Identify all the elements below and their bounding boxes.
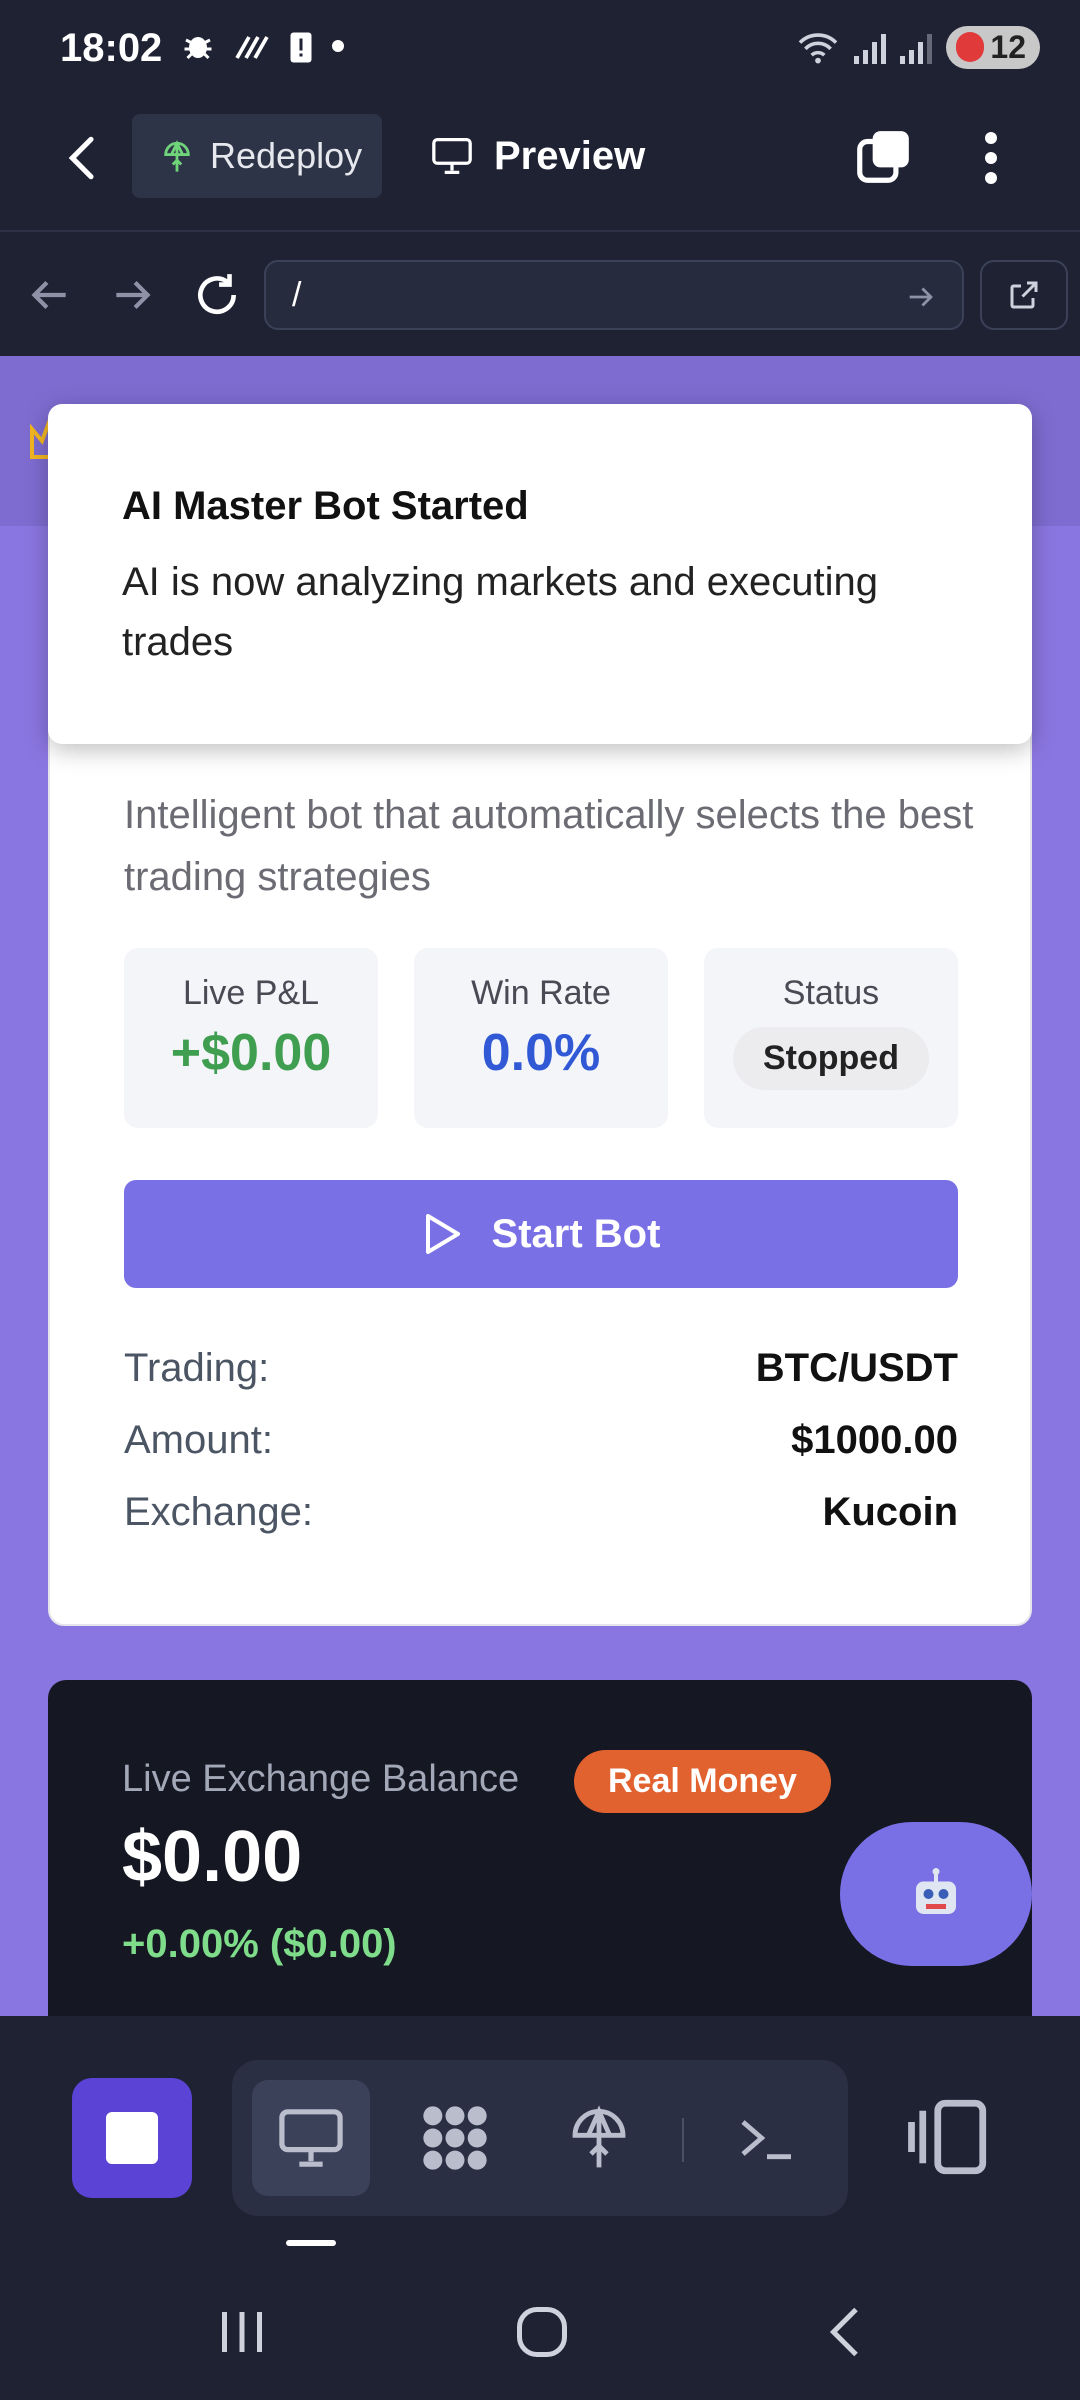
stat-label: Live P&L (182, 974, 320, 1012)
stat-value: +$0.00 (170, 1024, 332, 1082)
system-navigation (0, 2256, 1080, 2400)
url-input[interactable]: / (264, 260, 964, 330)
web-content: Intelligent bot that automatically selec… (0, 356, 1080, 2016)
nav-forward-icon[interactable] (108, 270, 158, 320)
preview-tab[interactable]: Preview (430, 114, 645, 198)
stat-live-pnl: Live P&L +$0.00 (124, 948, 378, 1128)
redeploy-label: Redeploy (210, 135, 363, 176)
recents-icon[interactable] (212, 2302, 272, 2362)
tabs-icon[interactable] (852, 126, 914, 188)
balance-change: +0.00% ($0.00) (122, 1922, 397, 1966)
ai-assistant-button[interactable] (840, 1822, 1032, 1966)
status-bar: 18:02 12 (0, 0, 1080, 100)
app-header: Redeploy Preview (0, 100, 1080, 232)
tool-workflows[interactable] (396, 2080, 514, 2196)
play-icon (425, 1214, 460, 1254)
redeploy-button[interactable]: Redeploy (132, 114, 382, 198)
balance-label: Live Exchange Balance (122, 1758, 520, 1800)
nav-back-icon[interactable] (24, 270, 74, 320)
detail-row-trading: Trading: BTC/USDT (124, 1338, 958, 1398)
stop-button[interactable] (72, 2078, 192, 2198)
stat-win-rate: Win Rate 0.0% (414, 948, 668, 1128)
stat-label: Win Rate (471, 974, 611, 1012)
stripes-icon (235, 36, 269, 59)
panel-toggle-icon[interactable] (904, 2092, 994, 2182)
battery-alert-icon (290, 32, 312, 63)
tool-shell[interactable] (708, 2080, 826, 2196)
detail-value: BTC/USDT (755, 1345, 958, 1390)
external-link-icon (1010, 281, 1038, 309)
bot-card: Intelligent bot that automatically selec… (48, 626, 1032, 1626)
reload-icon[interactable] (192, 270, 242, 320)
toast-notification[interactable]: AI Master Bot Started AI is now analyzin… (48, 404, 1032, 744)
status-time: 18:02 (60, 26, 163, 70)
deploy-icon (164, 140, 190, 172)
bottom-toolbar (0, 2016, 1080, 2256)
detail-key: Trading: (124, 1345, 270, 1390)
monitor-icon (432, 137, 472, 174)
battery-indicator: 12 (946, 26, 1040, 69)
bot-description: Intelligent bot that automatically selec… (124, 793, 974, 899)
stat-value: 0.0% (481, 1024, 601, 1082)
balance-amount: $0.00 (122, 1817, 303, 1897)
active-tab-indicator (286, 2240, 336, 2246)
detail-row-exchange: Exchange: Kucoin (124, 1482, 958, 1542)
detail-value: Kucoin (822, 1489, 958, 1534)
start-bot-label: Start Bot (491, 1211, 661, 1256)
signal-icon-2 (900, 32, 933, 64)
status-badge: Stopped (733, 1027, 929, 1090)
wifi-icon (799, 32, 838, 63)
detail-key: Amount: (124, 1417, 273, 1462)
tool-deploy[interactable] (540, 2080, 658, 2196)
detail-row-amount: Amount: $1000.00 (124, 1410, 958, 1470)
start-bot-button[interactable]: Start Bot (124, 1180, 958, 1288)
notification-icons (180, 28, 344, 64)
stop-icon (106, 2112, 158, 2164)
detail-value: $1000.00 (791, 1417, 958, 1462)
more-options-icon[interactable] (966, 128, 1016, 188)
browser-url-row: / (0, 234, 1080, 356)
robot-icon (916, 1868, 956, 1914)
open-external-button[interactable] (980, 260, 1068, 330)
system-back-icon[interactable] (816, 2302, 876, 2362)
real-money-badge: Real Money (574, 1750, 831, 1813)
deploy-icon (572, 2105, 626, 2168)
terminal-icon (741, 2120, 791, 2160)
bug-icon (184, 37, 212, 60)
toast-title: AI Master Bot Started (122, 484, 529, 528)
grid-dots-icon (423, 2106, 487, 2170)
back-arrow-icon[interactable] (56, 130, 112, 186)
detail-key: Exchange: (124, 1489, 314, 1534)
toolbar-divider (682, 2118, 684, 2162)
home-icon[interactable] (512, 2302, 572, 2362)
stat-status: Status Stopped (704, 948, 958, 1128)
stat-label: Status (782, 974, 880, 1012)
tool-preview[interactable] (252, 2080, 370, 2196)
go-arrow-icon[interactable] (904, 280, 938, 314)
monitor-icon (279, 2109, 343, 2167)
toast-message: AI is now analyzing markets and executin… (122, 560, 878, 664)
dot-icon (332, 40, 344, 52)
signal-icon (854, 32, 887, 64)
tool-switcher (232, 2060, 848, 2216)
preview-label: Preview (494, 133, 646, 178)
url-value: / (292, 275, 302, 314)
